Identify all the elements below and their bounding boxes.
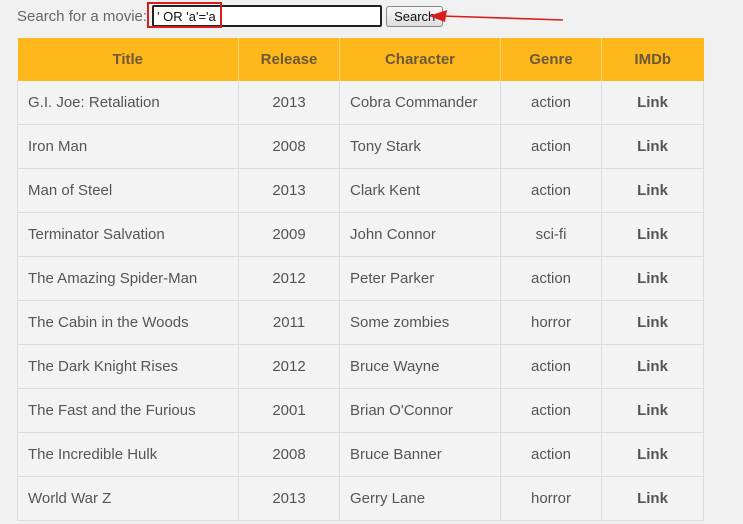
cell-release: 2001 [238,388,340,433]
cell-character: Tony Stark [339,124,501,169]
header-character: Character [339,38,501,81]
cell-character: Gerry Lane [339,476,501,521]
cell-genre: action [500,124,602,169]
cell-character: Cobra Commander [339,81,501,125]
cell-title: The Cabin in the Woods [17,300,239,345]
header-genre: Genre [500,38,602,81]
table-row: World War Z 2013 Gerry Lane horror Link [17,476,704,521]
imdb-link[interactable]: Link [637,402,668,419]
cell-title: Man of Steel [17,168,239,213]
cell-release: 2013 [238,168,340,213]
table-row: G.I. Joe: Retaliation 2013 Cobra Commander… [17,81,704,125]
header-imdb: IMDb [601,38,704,81]
cell-imdb: Link [601,300,704,345]
search-button[interactable]: Search [386,5,444,27]
cell-genre: action [500,81,602,125]
cell-release: 2008 [238,124,340,169]
cell-genre: action [500,432,602,477]
cell-genre: action [500,168,602,213]
movies-table: Title Release Character Genre IMDb G.I. … [17,38,704,521]
cell-title: Terminator Salvation [17,212,239,257]
cell-title: Iron Man [17,124,239,169]
cell-title: The Fast and the Furious [17,388,239,433]
cell-release: 2012 [238,256,340,301]
cell-release: 2009 [238,212,340,257]
imdb-link[interactable]: Link [637,446,668,463]
table-row: The Fast and the Furious 2001 Brian O'Conn… [17,388,704,433]
table-row: The Incredible Hulk 2008 Bruce Banner actio… [17,432,704,477]
cell-genre: horror [500,300,602,345]
cell-release: 2011 [238,300,340,345]
cell-character: John Connor [339,212,501,257]
cell-release: 2008 [238,432,340,477]
imdb-link[interactable]: Link [637,138,668,155]
cell-imdb: Link [601,168,704,213]
table-row: The Cabin in the Woods 2011 Some zombies ho… [17,300,704,345]
search-input[interactable] [152,5,383,27]
cell-title: The Dark Knight Rises [17,344,239,389]
table-header-row: Title Release Character Genre IMDb [17,38,704,81]
imdb-link[interactable]: Link [637,490,668,507]
cell-imdb: Link [601,432,704,477]
cell-genre: horror [500,476,602,521]
search-label: Search for a movie: [17,7,148,25]
cell-title: The Amazing Spider-Man [17,256,239,301]
cell-title: World War Z [17,476,239,521]
cell-imdb: Link [601,344,704,389]
cell-character: Bruce Banner [339,432,501,477]
imdb-link[interactable]: Link [637,270,668,287]
imdb-link[interactable]: Link [637,182,668,199]
header-release: Release [238,38,340,81]
cell-release: 2013 [238,81,340,125]
header-title: Title [17,38,239,81]
page: Search for a movie: Search Title Release… [0,0,743,524]
imdb-link[interactable]: Link [637,226,668,243]
cell-genre: sci-fi [500,212,602,257]
cell-release: 2012 [238,344,340,389]
cell-character: Brian O'Connor [339,388,501,433]
imdb-link[interactable]: Link [637,314,668,331]
cell-imdb: Link [601,81,704,125]
cell-genre: action [500,256,602,301]
table-row: Terminator Salvation 2009 John Connor sci-f… [17,212,704,257]
cell-genre: action [500,344,602,389]
search-bar: Search for a movie: Search [17,5,444,27]
cell-title: G.I. Joe: Retaliation [17,81,239,125]
annotation-arrow [429,10,564,22]
cell-release: 2013 [238,476,340,521]
cell-imdb: Link [601,256,704,301]
imdb-link[interactable]: Link [637,94,668,111]
cell-imdb: Link [601,388,704,433]
cell-imdb: Link [601,476,704,521]
cell-character: Clark Kent [339,168,501,213]
cell-character: Peter Parker [339,256,501,301]
cell-title: The Incredible Hulk [17,432,239,477]
cell-character: Some zombies [339,300,501,345]
cell-imdb: Link [601,124,704,169]
cell-character: Bruce Wayne [339,344,501,389]
table-row: The Dark Knight Rises 2012 Bruce Wayne acti… [17,344,704,389]
table-row: The Amazing Spider-Man 2012 Peter Parker ac… [17,256,704,301]
table-row: Man of Steel 2013 Clark Kent action Link [17,168,704,213]
table-row: Iron Man 2008 Tony Stark action Link [17,124,704,169]
imdb-link[interactable]: Link [637,358,668,375]
cell-genre: action [500,388,602,433]
cell-imdb: Link [601,212,704,257]
